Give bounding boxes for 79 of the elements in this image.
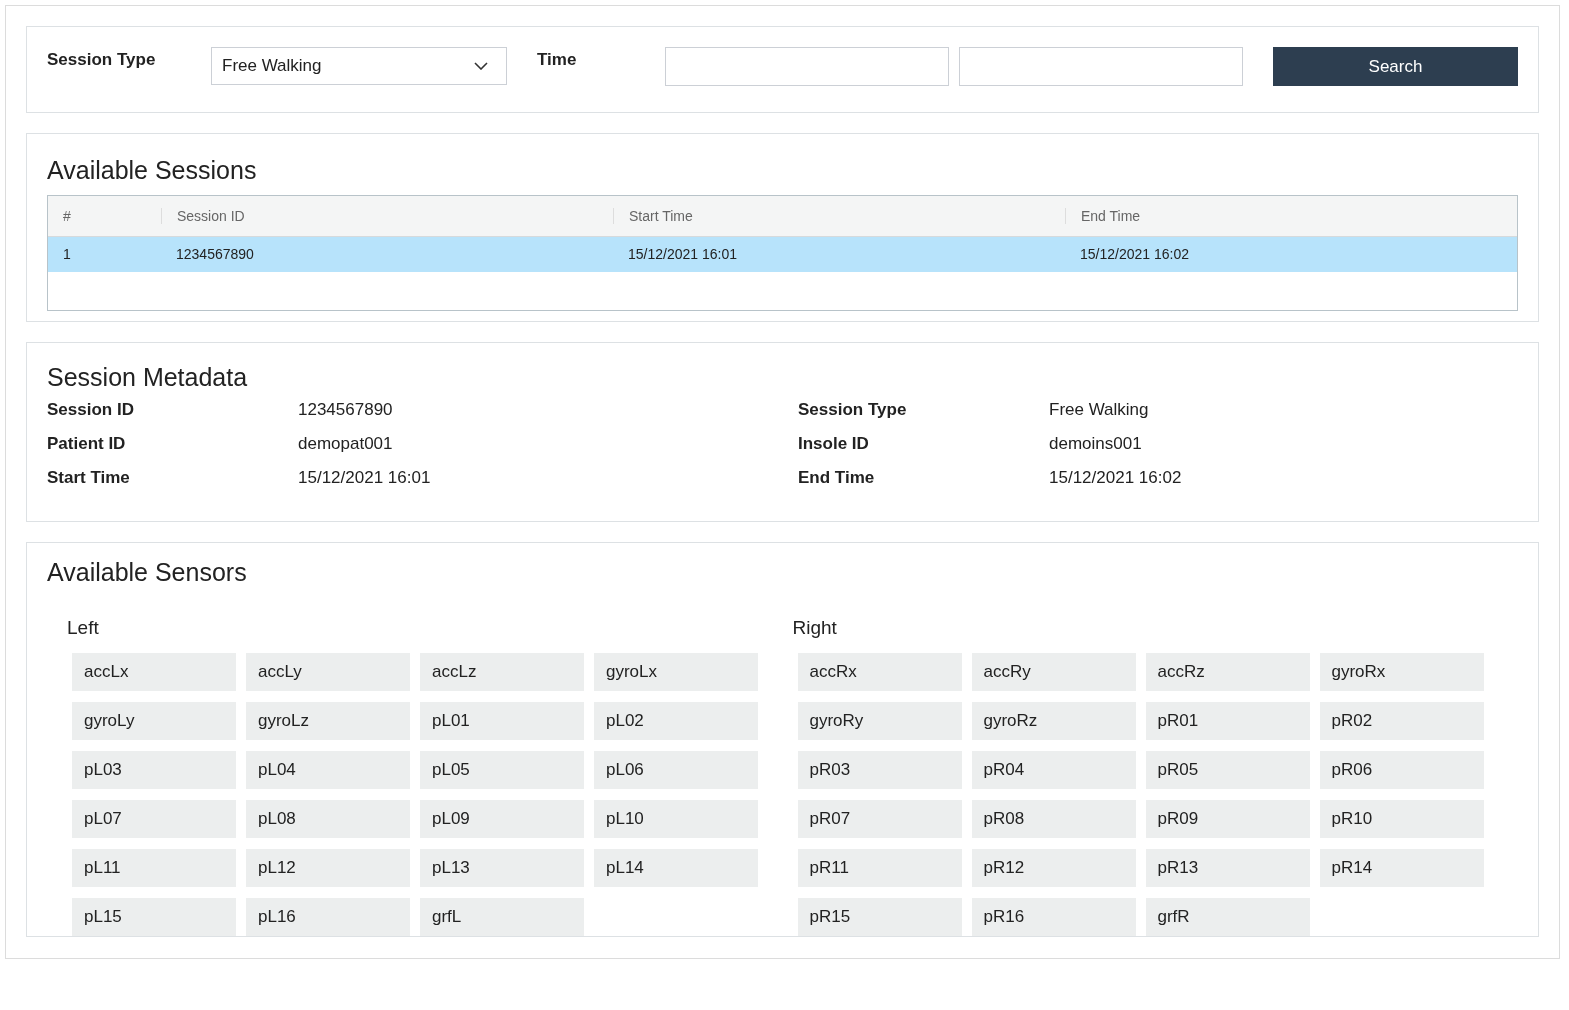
field-label: Session Type [47, 49, 157, 70]
sensor-tile[interactable]: grfR [1145, 898, 1310, 936]
column-header: # [62, 207, 72, 224]
sensor-tile[interactable]: pL01 [420, 702, 584, 740]
sensor-tile[interactable]: pL13 [420, 849, 584, 887]
sensor-tile[interactable]: pL09 [420, 800, 584, 838]
sensor-tile[interactable]: accLz [420, 653, 584, 691]
section-title: Session Metadata [47, 362, 249, 392]
sensor-tile[interactable]: pL02 [594, 702, 758, 740]
section-title: Available Sessions [47, 155, 258, 185]
field-label: Session ID [47, 399, 135, 420]
sensor-tile[interactable]: pR04 [971, 751, 1136, 789]
sensor-tile[interactable]: pL05 [420, 751, 584, 789]
field-label: Patient ID [47, 433, 127, 454]
field-value: demopat001 [298, 433, 394, 454]
table-row[interactable]: 1 1234567890 15/12/2021 16:01 15/12/2021 16:02 [48, 236, 1517, 272]
field-value: 15/12/2021 16:01 [298, 467, 432, 488]
sensor-tile[interactable]: pR05 [1145, 751, 1310, 789]
sensor-tile[interactable]: pR08 [971, 800, 1136, 838]
sensor-tile[interactable]: accRx [797, 653, 962, 691]
search-button[interactable]: Search [1273, 47, 1518, 86]
sensor-tile[interactable]: pL08 [246, 800, 410, 838]
sensor-tile[interactable]: pR11 [797, 849, 962, 887]
sensor-tile[interactable]: pR07 [797, 800, 962, 838]
sensor-tile[interactable]: pR12 [971, 849, 1136, 887]
sensor-tile[interactable]: accRz [1145, 653, 1310, 691]
sensor-tile[interactable]: pL10 [594, 800, 758, 838]
sensor-tile[interactable]: pL14 [594, 849, 758, 887]
sensor-tile[interactable]: pL06 [594, 751, 758, 789]
field-label: Start Time [47, 467, 131, 488]
sensor-tile[interactable]: pR01 [1145, 702, 1310, 740]
chevron-down-icon [474, 62, 488, 70]
table-cell-text: 1234567890 [175, 246, 255, 263]
field-label: End Time [798, 467, 876, 488]
group-label: Right [792, 617, 838, 639]
sensor-tile[interactable]: gyroLx [594, 653, 758, 691]
sensor-tile[interactable]: pL16 [246, 898, 410, 936]
field-value: 15/12/2021 16:02 [1049, 467, 1183, 488]
sensor-tile[interactable]: pR06 [1319, 751, 1484, 789]
field-label: Insole ID [798, 433, 870, 454]
end-time-field[interactable] [959, 47, 1243, 86]
field-value: 1234567890 [298, 399, 394, 420]
field-value: demoins001 [1049, 433, 1143, 454]
sensor-tile[interactable]: accLy [246, 653, 410, 691]
sensor-tile[interactable]: pR03 [797, 751, 962, 789]
table-cell-text: 15/12/2021 16:01 [627, 246, 738, 263]
column-header: End Time [1065, 207, 1517, 224]
sensor-tile[interactable]: accLx [72, 653, 236, 691]
column-header: Session ID [161, 207, 613, 224]
sensor-tile[interactable]: pL03 [72, 751, 236, 789]
session-type-dropdown[interactable]: Free Walking [211, 47, 507, 85]
sensor-tile[interactable]: pR16 [971, 898, 1136, 936]
sensor-tile[interactable]: gyroRy [797, 702, 962, 740]
section-title: Available Sensors [47, 558, 248, 587]
field-value: Free Walking [1049, 399, 1150, 420]
sensor-tile[interactable]: pL11 [72, 849, 236, 887]
sensor-tile[interactable]: pR09 [1145, 800, 1310, 838]
sensor-tile[interactable]: pR10 [1319, 800, 1484, 838]
column-header: Start Time [613, 207, 1065, 224]
sensor-tile[interactable]: pL15 [72, 898, 236, 936]
sensor-tile[interactable]: pR02 [1319, 702, 1484, 740]
group-label: Left [67, 617, 100, 639]
field-label: Session Type [798, 399, 908, 420]
sensor-tile[interactable]: gyroRz [971, 702, 1136, 740]
sensor-tile[interactable]: pL04 [246, 751, 410, 789]
sensor-tile[interactable]: pR15 [797, 898, 962, 936]
sensor-tile[interactable]: accRy [971, 653, 1136, 691]
field-label: Time [537, 49, 578, 70]
sensor-tile[interactable]: gyroLy [72, 702, 236, 740]
sensor-tile[interactable]: pR14 [1319, 849, 1484, 887]
start-time-field[interactable] [665, 47, 949, 86]
sensor-tile[interactable]: gyroLz [246, 702, 410, 740]
sensor-tile[interactable]: gyroRx [1319, 653, 1484, 691]
sensor-tile[interactable]: pR13 [1145, 849, 1310, 887]
table-cell-text: 1 [62, 246, 72, 263]
sensor-tile[interactable]: pL07 [72, 800, 236, 838]
sensor-tile[interactable]: grfL [420, 898, 584, 936]
table-cell-text: 15/12/2021 16:02 [1079, 246, 1190, 263]
sensor-tile[interactable]: pL12 [246, 849, 410, 887]
